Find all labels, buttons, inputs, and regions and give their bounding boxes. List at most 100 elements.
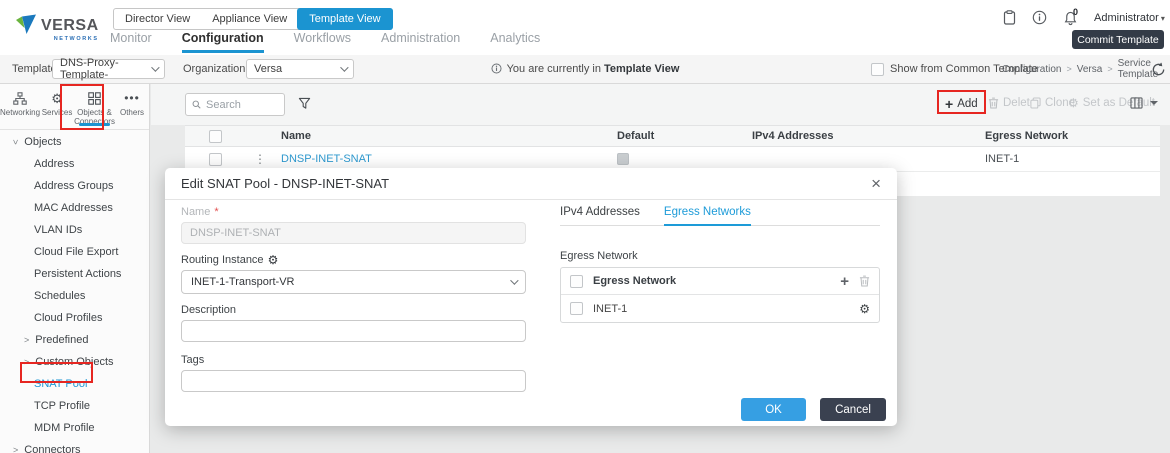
- breadcrumb-versa[interactable]: Versa: [1077, 64, 1103, 75]
- clone-icon: [1030, 97, 1041, 109]
- name-label: Name *: [181, 206, 219, 218]
- info-icon[interactable]: [1032, 10, 1047, 25]
- egress-row-checkbox[interactable]: [570, 302, 583, 315]
- grid-objects-icon: [88, 91, 101, 105]
- tree-item-connectors[interactable]: > Connectors: [0, 439, 149, 453]
- required-mark: *: [214, 206, 219, 218]
- column-header-ipv4: IPv4 Addresses: [752, 130, 834, 142]
- tree-item-mac-addresses[interactable]: MAC Addresses: [0, 197, 149, 219]
- column-picker-button[interactable]: [1130, 97, 1158, 109]
- nav-workflows[interactable]: Workflows: [294, 31, 351, 53]
- tab-director-view[interactable]: Director View: [114, 9, 201, 29]
- column-header-egress: Egress Network: [985, 130, 1069, 142]
- routing-instance-select[interactable]: INET-1-Transport-VR: [181, 270, 526, 294]
- egress-select-all-checkbox[interactable]: [570, 274, 583, 288]
- sidebar-tab-objects-connectors[interactable]: Objects & Connectors: [74, 84, 115, 129]
- tree-item-address[interactable]: Address: [0, 153, 149, 175]
- tree-item-vlan-ids[interactable]: VLAN IDs: [0, 219, 149, 241]
- tree-item-schedules[interactable]: Schedules: [0, 285, 149, 307]
- tree-item-address-groups[interactable]: Address Groups: [0, 175, 149, 197]
- sidebar-tab-services[interactable]: ⚙ Services: [40, 84, 74, 129]
- tree-item-cloud-profiles[interactable]: Cloud Profiles: [0, 307, 149, 329]
- row-checkbox[interactable]: [208, 152, 222, 166]
- chevron-closed-icon: >: [24, 357, 30, 367]
- description-field[interactable]: [181, 320, 526, 342]
- select-all-checkbox[interactable]: [208, 129, 222, 143]
- nav-monitor[interactable]: Monitor: [110, 31, 152, 53]
- chevron-open-icon: >: [10, 139, 21, 145]
- ok-button[interactable]: OK: [741, 398, 806, 421]
- chevron-closed-icon: >: [13, 445, 19, 453]
- tree-item-objects[interactable]: > Objects: [0, 131, 149, 153]
- add-button[interactable]: + Add: [945, 97, 978, 111]
- versa-director-app: VERSA NETWORKS Director View Appliance V…: [0, 0, 1170, 453]
- column-header-name: Name: [281, 130, 311, 142]
- egress-network-table: Egress Network + INET-1 ⚙: [560, 267, 880, 323]
- tasks-clipboard-icon[interactable]: [1003, 10, 1016, 25]
- user-menu[interactable]: Administrator ▾: [1094, 12, 1165, 24]
- search-box: [185, 93, 285, 116]
- tags-label: Tags: [181, 354, 205, 366]
- top-header: VERSA NETWORKS Director View Appliance V…: [0, 0, 1170, 55]
- trash-icon[interactable]: [859, 275, 870, 287]
- versa-logo-icon: [16, 14, 36, 34]
- egress-table-row: INET-1 ⚙: [561, 295, 879, 322]
- context-bar: Template DNS-Proxy-Template- Organizatio…: [0, 55, 1170, 84]
- dialog-header: Edit SNAT Pool - DNSP-INET-SNAT ×: [165, 168, 897, 200]
- tree-item-custom-objects[interactable]: > Custom Objects: [0, 351, 149, 373]
- routing-instance-label: Routing Instance ⚙: [181, 253, 279, 267]
- egress-column-header: Egress Network: [593, 275, 677, 287]
- tab-ipv4-addresses[interactable]: IPv4 Addresses: [560, 206, 640, 225]
- commit-template-button[interactable]: Commit Template: [1072, 30, 1164, 49]
- refresh-icon[interactable]: [1151, 62, 1166, 80]
- egress-table-header: Egress Network +: [561, 268, 879, 295]
- tab-appliance-view[interactable]: Appliance View: [201, 9, 298, 29]
- show-common-template-checkbox[interactable]: [871, 63, 884, 76]
- breadcrumb-separator: >: [1107, 64, 1113, 74]
- tree-item-tcp-profile[interactable]: TCP Profile: [0, 395, 149, 417]
- tab-template-view[interactable]: Template View: [297, 8, 393, 30]
- sidebar: Networking ⚙ Services Objects & Connecto…: [0, 84, 150, 453]
- row-name-link[interactable]: DNSP-INET-SNAT: [275, 153, 611, 165]
- gear-icon[interactable]: ⚙: [859, 303, 870, 315]
- chevron-closed-icon: >: [24, 335, 30, 345]
- gear-icon: ⚙: [1068, 96, 1079, 110]
- tab-egress-networks[interactable]: Egress Networks: [663, 206, 751, 226]
- tags-field[interactable]: [181, 370, 526, 392]
- dialog-form-right: IPv4 Addresses Egress Networks Egress Ne…: [560, 206, 880, 323]
- trash-icon: [988, 97, 999, 109]
- edit-snat-pool-dialog: Edit SNAT Pool - DNSP-INET-SNAT × Name * …: [165, 168, 897, 426]
- delete-button[interactable]: Delete: [988, 97, 1036, 109]
- nav-analytics[interactable]: Analytics: [490, 31, 540, 53]
- gears-icon: ⚙: [51, 90, 63, 106]
- search-input[interactable]: [206, 98, 278, 111]
- add-row-icon[interactable]: +: [840, 274, 849, 289]
- brand-subtitle: NETWORKS: [53, 36, 99, 42]
- main-nav: Monitor Configuration Workflows Administ…: [110, 31, 540, 53]
- tree-item-mdm-profile[interactable]: MDM Profile: [0, 417, 149, 439]
- row-menu-icon[interactable]: ⋮: [254, 152, 266, 166]
- tree-item-persistent-actions[interactable]: Persistent Actions: [0, 263, 149, 285]
- dialog-tabs: IPv4 Addresses Egress Networks: [560, 206, 880, 226]
- nav-configuration[interactable]: Configuration: [181, 31, 264, 53]
- tree-item-snat-pool[interactable]: SNAT Pool: [0, 373, 149, 395]
- name-field: [181, 222, 526, 244]
- sidebar-category-tabs: Networking ⚙ Services Objects & Connecto…: [0, 84, 149, 130]
- sidebar-tab-networking[interactable]: Networking: [0, 84, 40, 129]
- breadcrumb-configuration[interactable]: Configuration: [1002, 64, 1061, 75]
- table-header-row: Name Default IPv4 Addresses Egress Netwo…: [185, 125, 1160, 147]
- gear-icon[interactable]: ⚙: [268, 254, 279, 266]
- cancel-button[interactable]: Cancel: [820, 398, 886, 421]
- filter-funnel-icon[interactable]: [298, 97, 311, 113]
- search-icon: [192, 100, 201, 109]
- tree-item-predefined[interactable]: > Predefined: [0, 329, 149, 351]
- header-tools: 0 Administrator ▾: [1003, 7, 1165, 26]
- notifications-bell-icon[interactable]: 0: [1063, 7, 1078, 26]
- sidebar-tab-others[interactable]: ••• Others: [115, 84, 149, 129]
- network-icon: [13, 91, 27, 105]
- description-label: Description: [181, 304, 237, 316]
- nav-administration[interactable]: Administration: [381, 31, 460, 53]
- tree-item-cloud-file-export[interactable]: Cloud File Export: [0, 241, 149, 263]
- column-header-default: Default: [617, 130, 655, 142]
- close-icon[interactable]: ×: [871, 175, 881, 192]
